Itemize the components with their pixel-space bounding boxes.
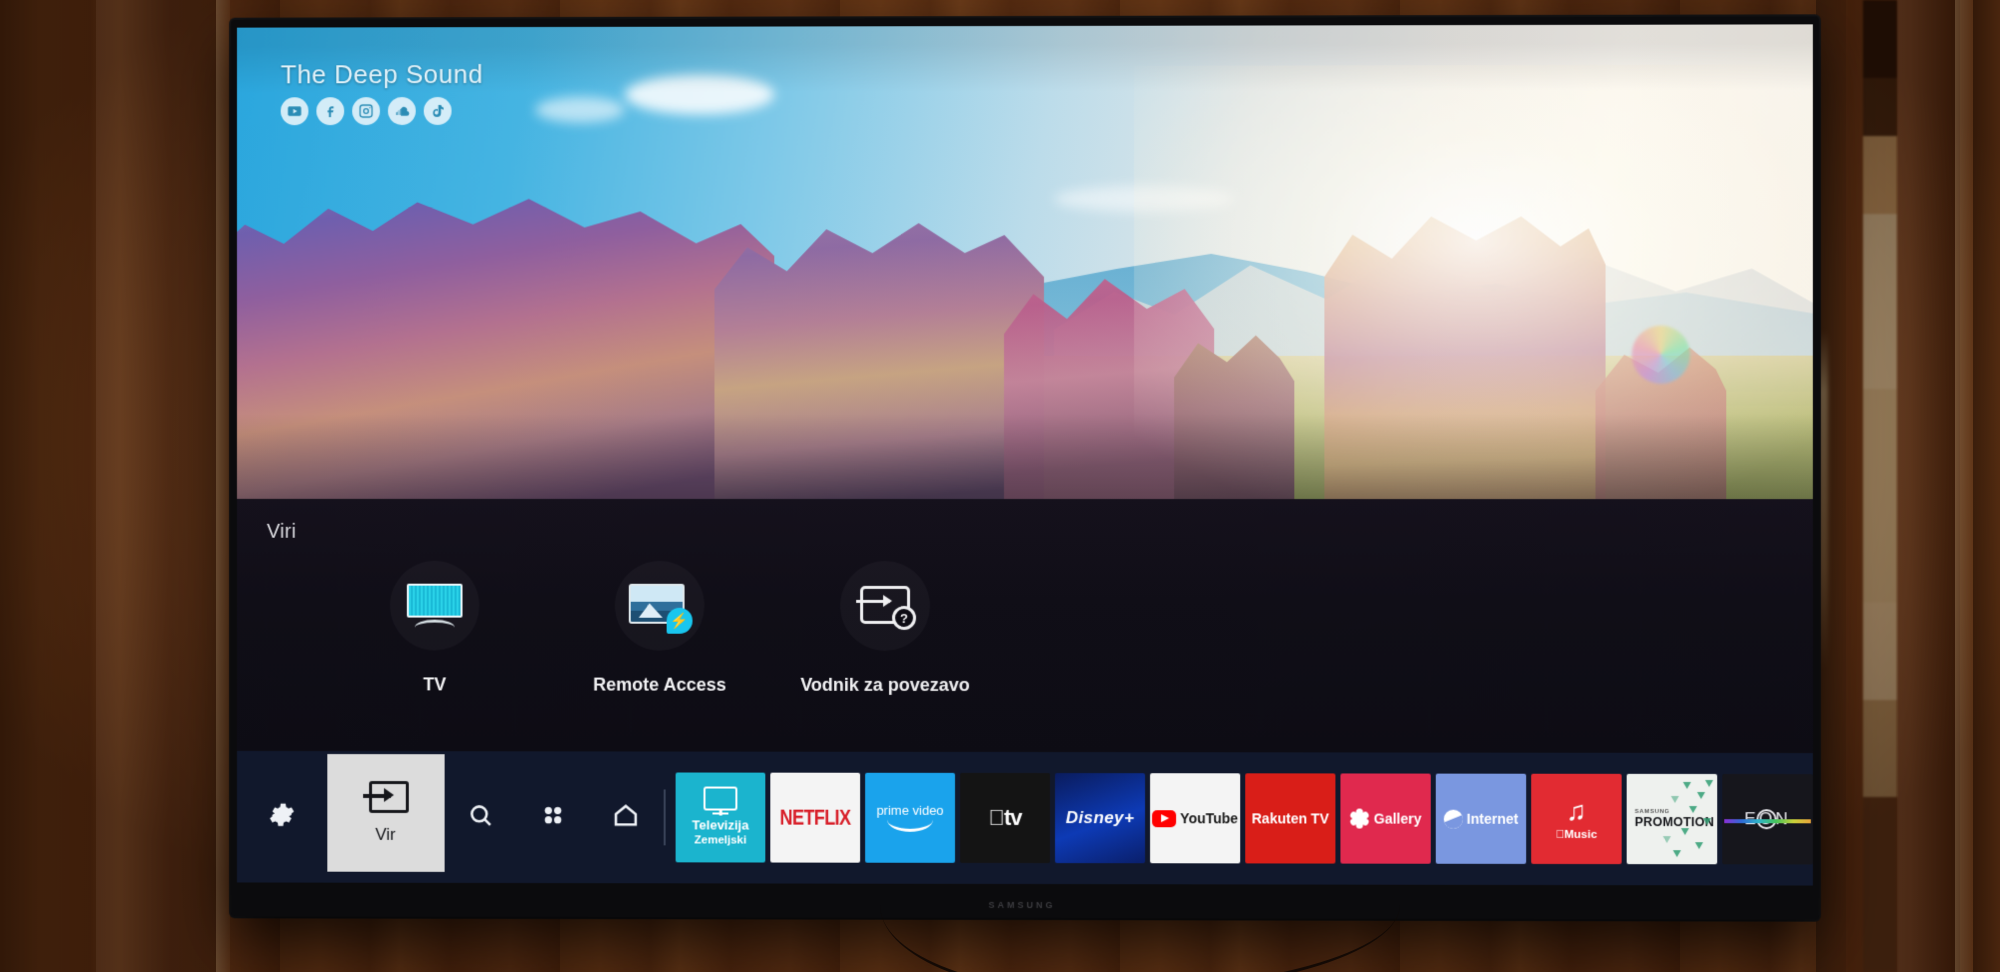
connection-guide-icon: ? — [840, 561, 930, 651]
gear-icon — [267, 799, 297, 834]
search-button[interactable] — [444, 751, 516, 883]
settings-button[interactable] — [237, 751, 327, 883]
disney-plus-logo: Disney+ — [1065, 808, 1135, 828]
app-tile-apple-music[interactable]: ♫ Music — [1531, 773, 1622, 865]
sources-list: TV ⚡ Remote Access ? Vodnik za povezavo — [322, 561, 998, 696]
wall-slat — [216, 0, 230, 972]
tv-screen: The Deep Sound Viri TV ⚡ Remote Access ?… — [236, 24, 1813, 886]
flower-icon — [1349, 809, 1371, 829]
app-label-line1: Televizija — [692, 817, 749, 833]
doorway-light-gap — [1863, 0, 1897, 972]
wall-slat — [0, 0, 96, 972]
launcher-divider — [663, 789, 666, 846]
app-tile-rakuten-tv[interactable]: Rakuten TV — [1245, 773, 1336, 864]
instagram-icon — [352, 97, 380, 126]
remote-access-icon: ⚡ — [615, 561, 705, 651]
youtube-label: YouTube — [1180, 810, 1239, 827]
cloud — [624, 74, 775, 115]
television-chassis: The Deep Sound Viri TV ⚡ Remote Access ?… — [231, 16, 1819, 920]
eon-logo: EON — [1724, 805, 1811, 833]
cloud — [535, 96, 625, 123]
soundcloud-icon — [387, 97, 416, 126]
triangle-pattern — [1627, 774, 1718, 864]
app-label-line2: Zemeljski — [694, 834, 747, 847]
home-icon — [611, 801, 639, 834]
tv-bezel: The Deep Sound Viri TV ⚡ Remote Access ?… — [236, 24, 1813, 886]
app-tiles: Televizija Zemeljski NETFLIX prime video… — [675, 772, 1813, 865]
wall-slat — [1955, 0, 1973, 972]
source-tile-selected[interactable]: Vir — [326, 754, 445, 872]
app-tile-youtube[interactable]: YouTube — [1150, 773, 1241, 864]
youtube-icon — [280, 97, 309, 126]
app-tile-televizija-zemeljski[interactable]: Televizija Zemeljski — [675, 772, 766, 863]
prime-video-logo: prime video — [876, 802, 944, 818]
internet-label: Internet — [1466, 810, 1519, 827]
wall-slat — [1973, 0, 2000, 972]
cloud — [1054, 185, 1235, 212]
app-tile-gallery[interactable]: Gallery — [1340, 773, 1431, 864]
input-source-icon — [362, 781, 409, 814]
source-label: TV — [423, 674, 447, 695]
app-tile-internet[interactable]: Internet — [1435, 773, 1527, 864]
globe-icon — [1443, 809, 1463, 829]
search-icon — [466, 801, 494, 834]
social-icon-row — [280, 96, 483, 126]
music-note-icon: ♫ — [1566, 795, 1587, 826]
hero-video-area[interactable]: The Deep Sound — [236, 24, 1813, 500]
app-tile-apple-tv[interactable]: tv — [960, 772, 1051, 864]
wall-slat — [1897, 0, 1955, 972]
source-item-connection-guide[interactable]: ? Vodnik za povezavo — [772, 561, 998, 696]
gallery-label: Gallery — [1373, 810, 1422, 827]
lens-flare — [1631, 325, 1691, 384]
apps-icon — [539, 801, 567, 834]
tiktok-icon — [423, 96, 452, 125]
tv-icon — [390, 561, 479, 651]
source-tile-label: Vir — [375, 824, 396, 844]
channel-name: The Deep Sound — [280, 59, 484, 90]
source-item-remote-access[interactable]: ⚡ Remote Access — [547, 561, 772, 696]
apple-music-label: Music — [1556, 828, 1597, 841]
source-label: Remote Access — [593, 674, 727, 695]
youtube-play-icon — [1152, 809, 1177, 827]
app-tile-prime-video[interactable]: prime video — [865, 772, 956, 863]
app-tile-eon[interactable]: EON — [1722, 774, 1813, 865]
sources-panel: Viri TV ⚡ Remote Access ? Vodnik za pove… — [236, 498, 1813, 754]
source-label: Vodnik za povezavo — [800, 674, 970, 695]
power-cable — [880, 905, 1400, 972]
app-tile-netflix[interactable]: NETFLIX — [770, 772, 861, 863]
app-tile-disney-plus[interactable]: Disney+ — [1055, 773, 1146, 864]
netflix-logo: NETFLIX — [779, 804, 851, 830]
eon-rainbow-line — [1724, 819, 1811, 824]
launcher-bar: Vir Televizija Zemeljski NETFLIX prime v… — [236, 750, 1813, 886]
sources-title: Viri — [266, 520, 297, 543]
channel-watermark: The Deep Sound — [280, 59, 484, 126]
rakuten-tv-logo: Rakuten TV — [1251, 810, 1329, 827]
apps-button[interactable] — [517, 751, 589, 883]
app-tile-samsung-promotion[interactable]: SAMSUNG PROMOTION — [1626, 773, 1718, 865]
source-item-tv[interactable]: TV — [322, 561, 547, 696]
home-button[interactable] — [589, 751, 662, 883]
amazon-smile-icon — [887, 820, 933, 832]
facebook-icon — [316, 97, 345, 126]
wall-slat — [96, 0, 216, 972]
apple-tv-logo: tv — [988, 804, 1021, 830]
monitor-icon — [703, 786, 738, 811]
